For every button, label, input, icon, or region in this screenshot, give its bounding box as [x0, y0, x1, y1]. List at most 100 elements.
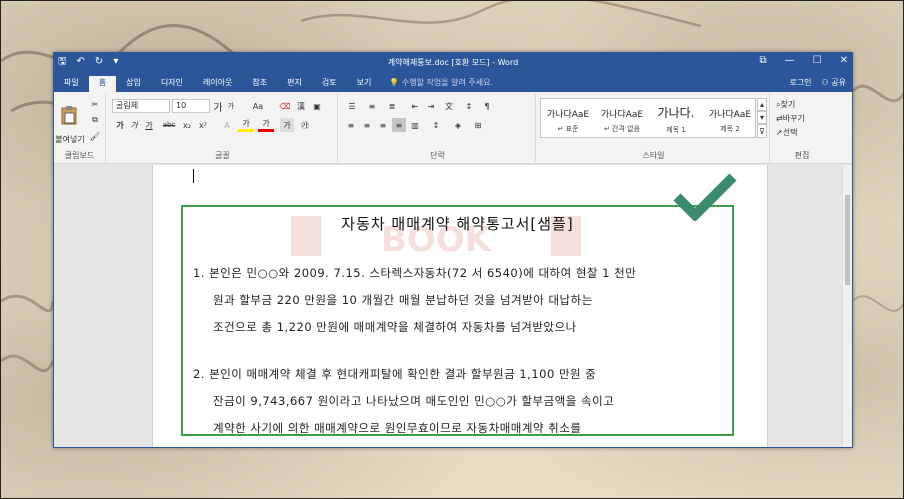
asian-layout-icon[interactable]: 文 [442, 99, 456, 113]
bullets-icon[interactable]: ☰ [344, 99, 360, 113]
style-name: ↵ 표준 [557, 125, 579, 133]
styles-scroll-up-icon[interactable]: ▴ [757, 98, 767, 111]
styles-more-icon[interactable]: ⊽ [757, 124, 767, 138]
align-right-icon[interactable]: ≡ [376, 118, 390, 132]
style-preview: 가나다AaE [708, 110, 752, 120]
decrease-indent-icon[interactable]: ⇤ [408, 99, 422, 113]
paste-button[interactable] [58, 98, 80, 132]
font-size-combo[interactable]: 10 [172, 99, 210, 113]
group-clipboard: 붙여넣기 ✂ ⧉ 🖌 클립보드 [54, 94, 106, 162]
minimize-button[interactable]: — [785, 55, 795, 66]
cursor-icon: ➚ [776, 128, 783, 137]
font-color-button[interactable]: 가 [258, 118, 274, 132]
subscript-button[interactable]: x₂ [180, 118, 194, 132]
show-marks-icon[interactable]: ¶ [480, 99, 494, 113]
style-heading-2[interactable]: 가나다AaE 제목 2 [703, 99, 757, 137]
para1-line1: 1. 본인은 민○○와 2009. 7.15. 스타렉스자동차(72 서 654… [193, 266, 637, 280]
para1-line2: 원과 할부금 220 만원을 10 개월간 매월 분납하던 것을 넘겨받아 대납… [213, 293, 593, 307]
font-name-combo[interactable]: 굴림체 [112, 99, 170, 113]
para1-line3: 조건으로 총 1,220 만원에 매매계약을 체결하여 자동차를 넘겨받았으나 [213, 320, 577, 334]
cut-icon[interactable]: ✂ [88, 97, 102, 111]
close-button[interactable]: ✕ [840, 55, 848, 66]
shading-icon[interactable]: ◈ [450, 118, 466, 132]
ribbon-display-icon[interactable]: ⧉ [760, 55, 767, 66]
clipboard-icon [61, 106, 77, 125]
change-case-button[interactable]: Aa [248, 99, 268, 113]
replace-button[interactable]: ⇄ 바꾸기 [776, 112, 828, 125]
group-paragraph: ☰ ≡ ≣ ⇤ ⇥ 文 ↕ ¶ ≡ ≡ ≡ ≡ ▥ ↕ ◈ ⊞ 단락 [340, 94, 536, 162]
tab-mailings[interactable]: 편지 [277, 76, 312, 92]
paste-label: 붙여넣기 [55, 134, 85, 144]
tell-me-box[interactable]: 💡 수행할 작업을 알려 주세요. [389, 76, 493, 92]
numbering-icon[interactable]: ≡ [364, 99, 380, 113]
style-no-spacing[interactable]: 가나다AaE ↵ 간격 없음 [595, 99, 649, 137]
highlight-button[interactable]: 가 [238, 118, 254, 132]
person-icon: ⚇ [821, 78, 832, 87]
grow-font-button[interactable]: 가 [212, 99, 224, 114]
clear-format-icon[interactable]: ⌫ [278, 99, 292, 113]
text-effects-icon[interactable]: A [220, 118, 234, 132]
tab-view[interactable]: 보기 [347, 76, 382, 92]
superscript-button[interactable]: x² [196, 118, 210, 132]
scrollbar-thumb[interactable] [845, 195, 850, 285]
font-group-label: 글꼴 [215, 151, 230, 160]
tab-review[interactable]: 검토 [312, 76, 347, 92]
bold-button[interactable]: 가 [114, 118, 126, 132]
align-center-icon[interactable]: ≡ [360, 118, 374, 132]
share-button[interactable]: ⚇ 공유 [822, 77, 846, 88]
style-heading-1[interactable]: 가나다. 제목 1 [649, 99, 703, 137]
document-title: 자동차 매매계약 해약통고서[샘플] [341, 215, 574, 233]
format-painter-icon[interactable]: 🖌 [88, 129, 102, 143]
style-name: ↵ 간격 없음 [603, 125, 641, 133]
account-area: 로그인 ⚇ 공유 [789, 77, 846, 88]
find-button[interactable]: ⌕ 찾기 [776, 98, 828, 111]
justify-icon[interactable]: ≡ [392, 118, 406, 132]
replace-icon: ⇄ [776, 114, 783, 123]
line-spacing-icon[interactable]: ↕ [428, 118, 444, 132]
tab-file[interactable]: 파일 [54, 76, 89, 92]
ribbon-tabs: 파일 홈 삽입 디자인 레이아웃 참조 편지 검토 보기 💡 수행할 작업을 알… [54, 73, 852, 92]
styles-group-label: 스타일 [642, 151, 665, 160]
styles-scroll-down-icon[interactable]: ▾ [757, 111, 767, 124]
style-preview: 가나다AaE [546, 110, 590, 120]
screenshot-stage: 🖫 ↶ ↻ ▾ 계약해제통보.doc [호환 모드] - Word ⧉ — ☐ … [0, 0, 904, 499]
style-preview: 가나다. [657, 106, 695, 120]
styles-gallery: 가나다AaE ↵ 표준 가나다AaE ↵ 간격 없음 가나다. 제목 1 가나다AaE… [540, 98, 756, 138]
tab-layout[interactable]: 레이아웃 [193, 76, 242, 92]
char-shading-icon[interactable]: 가 [280, 118, 294, 132]
distribute-icon[interactable]: ▥ [408, 118, 422, 132]
style-normal[interactable]: 가나다AaE ↵ 표준 [541, 99, 595, 137]
char-border-icon[interactable]: ▣ [310, 99, 324, 113]
increase-indent-icon[interactable]: ⇥ [424, 99, 438, 113]
para2-line3: 계약한 사기에 의한 매매계약으로 원인무효이므로 자동차매매계약 취소를 [213, 421, 582, 435]
tab-home[interactable]: 홈 [88, 76, 117, 92]
strikethrough-button[interactable]: abc [160, 118, 178, 132]
underline-button[interactable]: 가 [142, 118, 156, 132]
group-font: 굴림체 10 가 가 Aa ⌫ 漢 ▣ 가 가 가 abc x₂ x² A 가 … [108, 94, 338, 162]
window-title: 계약해제통보.doc [호환 모드] - Word [387, 58, 519, 67]
share-label: 공유 [831, 78, 846, 87]
ribbon: 붙여넣기 ✂ ⧉ 🖌 클립보드 굴림체 10 가 가 Aa ⌫ 漢 ▣ 가 가 … [54, 92, 852, 164]
tab-references[interactable]: 참조 [242, 76, 277, 92]
sort-icon[interactable]: ↕ [462, 99, 476, 113]
para2-line2: 잔금이 9,743,667 원이라고 나타났으며 매도인인 민○○가 할부금액을… [213, 394, 615, 408]
enclose-char-icon[interactable]: ㉮ [298, 118, 312, 132]
login-link[interactable]: 로그인 [789, 77, 811, 88]
borders-icon[interactable]: ⊞ [470, 118, 486, 132]
title-bar: 🖫 ↶ ↻ ▾ 계약해제통보.doc [호환 모드] - Word ⧉ — ☐ … [54, 53, 852, 73]
multilevel-list-icon[interactable]: ≣ [384, 99, 400, 113]
hanja-button[interactable]: 漢 [294, 99, 308, 113]
select-button[interactable]: ➚ 선택 [776, 126, 828, 139]
clipboard-label: 클립보드 [64, 151, 95, 160]
copy-icon[interactable]: ⧉ [88, 113, 102, 127]
lightbulb-icon: 💡 [389, 78, 402, 87]
maximize-button[interactable]: ☐ [813, 55, 822, 66]
tab-insert[interactable]: 삽입 [116, 76, 151, 92]
vertical-scrollbar[interactable] [842, 165, 852, 447]
shrink-font-button[interactable]: 가 [225, 99, 237, 113]
italic-button[interactable]: 가 [128, 118, 140, 132]
find-label: 찾기 [780, 100, 796, 109]
tell-me-text: 수행할 작업을 알려 주세요. [401, 78, 493, 87]
tab-design[interactable]: 디자인 [151, 76, 193, 92]
align-left-icon[interactable]: ≡ [344, 118, 358, 132]
